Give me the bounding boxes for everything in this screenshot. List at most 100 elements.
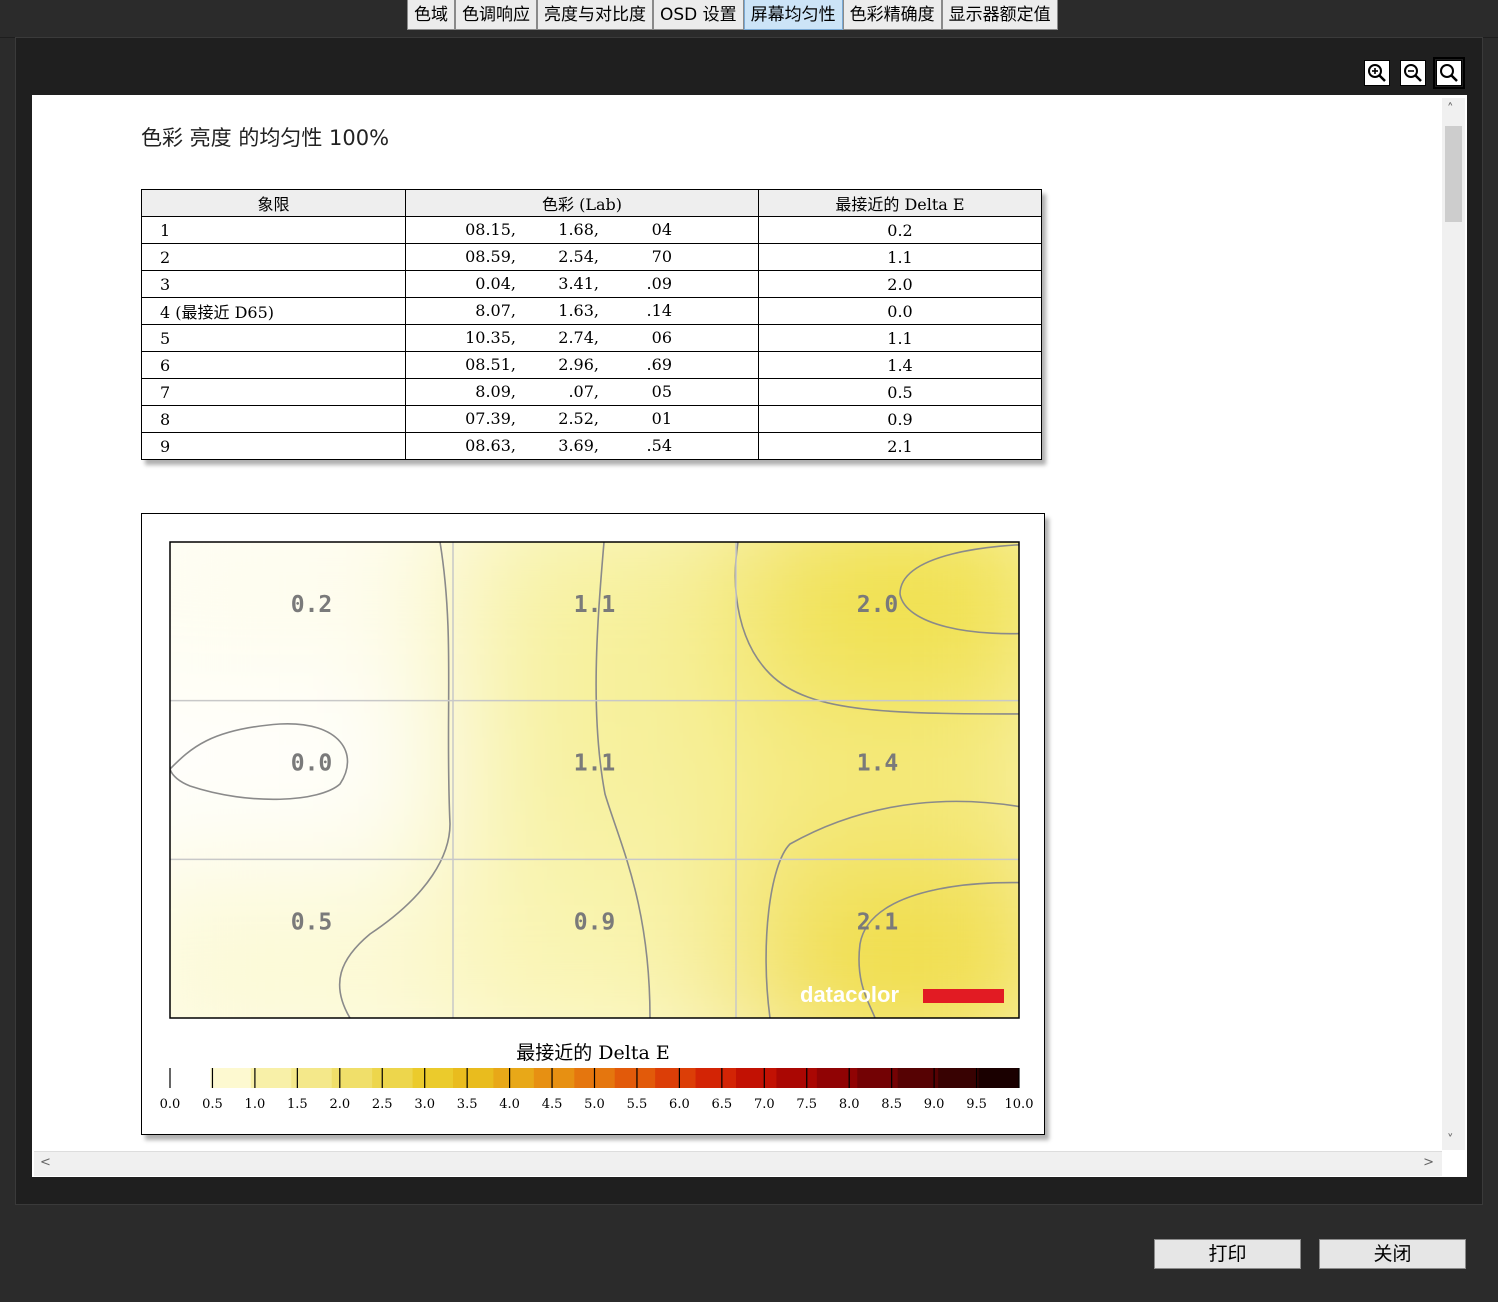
lab-l-value: 08.59, bbox=[465, 247, 516, 266]
scale-swatch bbox=[736, 1068, 777, 1088]
quadrant-cell: 6 bbox=[141, 351, 406, 379]
scale-swatch bbox=[776, 1068, 818, 1088]
cell-label: 0.9 bbox=[574, 909, 616, 935]
uniformity-table: 象限 色彩 (Lab) 最接近的 Delta E 1 08.15, 1.68, 04 0… bbox=[141, 189, 1042, 460]
scale-tick-label: 5.5 bbox=[627, 1097, 648, 1112]
scale-tick-label: 5.0 bbox=[584, 1097, 605, 1112]
lab-b-value: .09 bbox=[646, 274, 672, 293]
cell-label: 1.4 bbox=[857, 751, 899, 777]
lab-cell: 10.35, 2.74, 06 bbox=[405, 324, 759, 352]
zoom-fit-button[interactable] bbox=[1433, 57, 1465, 89]
scale-swatch bbox=[493, 1068, 535, 1088]
scale-tick-label: 2.5 bbox=[372, 1097, 393, 1112]
scale-swatch bbox=[250, 1068, 292, 1088]
lab-a-value: .07, bbox=[568, 382, 599, 401]
zoom-in-button[interactable] bbox=[1364, 60, 1390, 86]
lab-a-value: 1.63, bbox=[558, 301, 599, 320]
scale-tick-label: 8.0 bbox=[839, 1097, 860, 1112]
cell-label: 0.2 bbox=[291, 592, 333, 618]
table-row: 7 8.09, .07, 05 0.5 bbox=[141, 378, 1042, 406]
scale-swatch bbox=[816, 1068, 858, 1088]
scale-swatch bbox=[412, 1068, 454, 1088]
table-row: 6 08.51, 2.96, .69 1.4 bbox=[141, 351, 1042, 379]
scale-swatch bbox=[695, 1068, 737, 1088]
quadrant-cell: 8 bbox=[141, 405, 406, 433]
scale-swatch bbox=[614, 1068, 656, 1088]
delta-e-cell: 1.1 bbox=[758, 324, 1042, 352]
cell-label: 0.0 bbox=[291, 751, 333, 777]
scale-swatch bbox=[331, 1068, 373, 1088]
print-button[interactable]: 打印 bbox=[1154, 1239, 1301, 1269]
lab-b-value: 70 bbox=[651, 247, 672, 266]
scale-tick-label: 1.0 bbox=[245, 1097, 266, 1112]
zoom-out-button[interactable] bbox=[1400, 60, 1426, 86]
scroll-down-icon[interactable]: ˅ bbox=[1447, 1133, 1454, 1148]
quadrant-cell: 9 bbox=[141, 432, 406, 460]
scrollbar-thumb[interactable] bbox=[1445, 126, 1462, 222]
delta-e-cell: 1.1 bbox=[758, 243, 1042, 271]
delta-e-cell: 1.4 bbox=[758, 351, 1042, 379]
table-row: 3 0.04, 3.41, .09 2.0 bbox=[141, 270, 1042, 298]
lab-l-value: 8.09, bbox=[475, 382, 516, 401]
lab-b-value: 05 bbox=[651, 382, 672, 401]
lab-a-value: 3.69, bbox=[558, 436, 599, 455]
lab-l-value: 08.15, bbox=[465, 220, 516, 239]
lab-b-value: 04 bbox=[651, 220, 672, 239]
lab-a-value: 3.41, bbox=[558, 274, 599, 293]
scale-tick-label: 3.5 bbox=[457, 1097, 478, 1112]
header-delta-e: 最接近的 Delta E bbox=[758, 189, 1042, 217]
tab-1[interactable]: 色域 bbox=[407, 0, 455, 30]
table-row: 9 08.63, 3.69, .54 2.1 bbox=[141, 432, 1042, 460]
cell-label: 2.1 bbox=[857, 909, 899, 935]
lab-b-value: 01 bbox=[651, 409, 672, 428]
tab-5[interactable]: 屏幕均匀性 bbox=[743, 0, 843, 30]
heatmap-cell bbox=[453, 700, 736, 860]
horizontal-scrollbar[interactable]: < > bbox=[34, 1151, 1442, 1176]
scale-tick-label: 7.5 bbox=[796, 1097, 817, 1112]
quadrant-cell: 3 bbox=[141, 270, 406, 298]
datacolor-logo: datacolor bbox=[800, 982, 899, 1007]
cell-label: 1.1 bbox=[574, 592, 616, 618]
lab-l-value: 10.35, bbox=[465, 328, 516, 347]
scroll-left-icon[interactable]: < bbox=[40, 1155, 51, 1170]
lab-cell: 08.51, 2.96, .69 bbox=[405, 351, 759, 379]
delta-e-cell: 0.2 bbox=[758, 216, 1042, 244]
header-quadrant: 象限 bbox=[141, 189, 406, 217]
scroll-up-icon[interactable]: ˄ bbox=[1447, 102, 1454, 117]
scale-swatch bbox=[210, 1068, 252, 1088]
scale-swatch bbox=[978, 1068, 1020, 1088]
cell-label: 2.0 bbox=[857, 592, 899, 618]
close-button[interactable]: 关闭 bbox=[1319, 1239, 1466, 1269]
tab-2[interactable]: 色调响应 bbox=[455, 0, 537, 30]
scale-tick-label: 0.0 bbox=[160, 1097, 181, 1112]
delta-e-cell: 0.0 bbox=[758, 297, 1042, 325]
lab-b-value: .54 bbox=[646, 436, 672, 455]
scale-swatch bbox=[533, 1068, 575, 1088]
zoom-fit-icon bbox=[1440, 64, 1458, 82]
vertical-scrollbar[interactable]: ˄ ˅ bbox=[1442, 98, 1465, 1150]
scale-tick-label: 9.5 bbox=[966, 1097, 987, 1112]
tab-6[interactable]: 色彩精确度 bbox=[842, 0, 942, 30]
tab-3[interactable]: 亮度与对比度 bbox=[537, 0, 653, 30]
scale-tick-label: 9.0 bbox=[924, 1097, 945, 1112]
legend-title: 最接近的 Delta E bbox=[516, 1042, 669, 1064]
datacolor-logo-bar bbox=[923, 989, 1004, 1003]
scale-tick-label: 0.5 bbox=[202, 1097, 223, 1112]
tab-4[interactable]: OSD 设置 bbox=[653, 0, 744, 30]
scale-swatch bbox=[372, 1068, 414, 1088]
lab-cell: 8.09, .07, 05 bbox=[405, 378, 759, 406]
tab-7[interactable]: 显示器额定值 bbox=[941, 0, 1058, 30]
zoom-out-icon bbox=[1404, 64, 1422, 82]
quadrant-cell: 1 bbox=[141, 216, 406, 244]
delta-e-cell: 2.1 bbox=[758, 432, 1042, 460]
lab-l-value: 8.07, bbox=[475, 301, 516, 320]
scale-tick-label: 1.5 bbox=[287, 1097, 308, 1112]
zoom-in-icon bbox=[1368, 64, 1386, 82]
scroll-right-icon[interactable]: > bbox=[1423, 1155, 1434, 1170]
cell-label: 1.1 bbox=[574, 751, 616, 777]
scale-swatch bbox=[453, 1068, 494, 1088]
lab-cell: 08.63, 3.69, .54 bbox=[405, 432, 759, 460]
scale-swatch bbox=[897, 1068, 939, 1088]
quadrant-cell: 4 (最接近 D65) bbox=[141, 297, 406, 325]
lab-cell: 07.39, 2.52, 01 bbox=[405, 405, 759, 433]
